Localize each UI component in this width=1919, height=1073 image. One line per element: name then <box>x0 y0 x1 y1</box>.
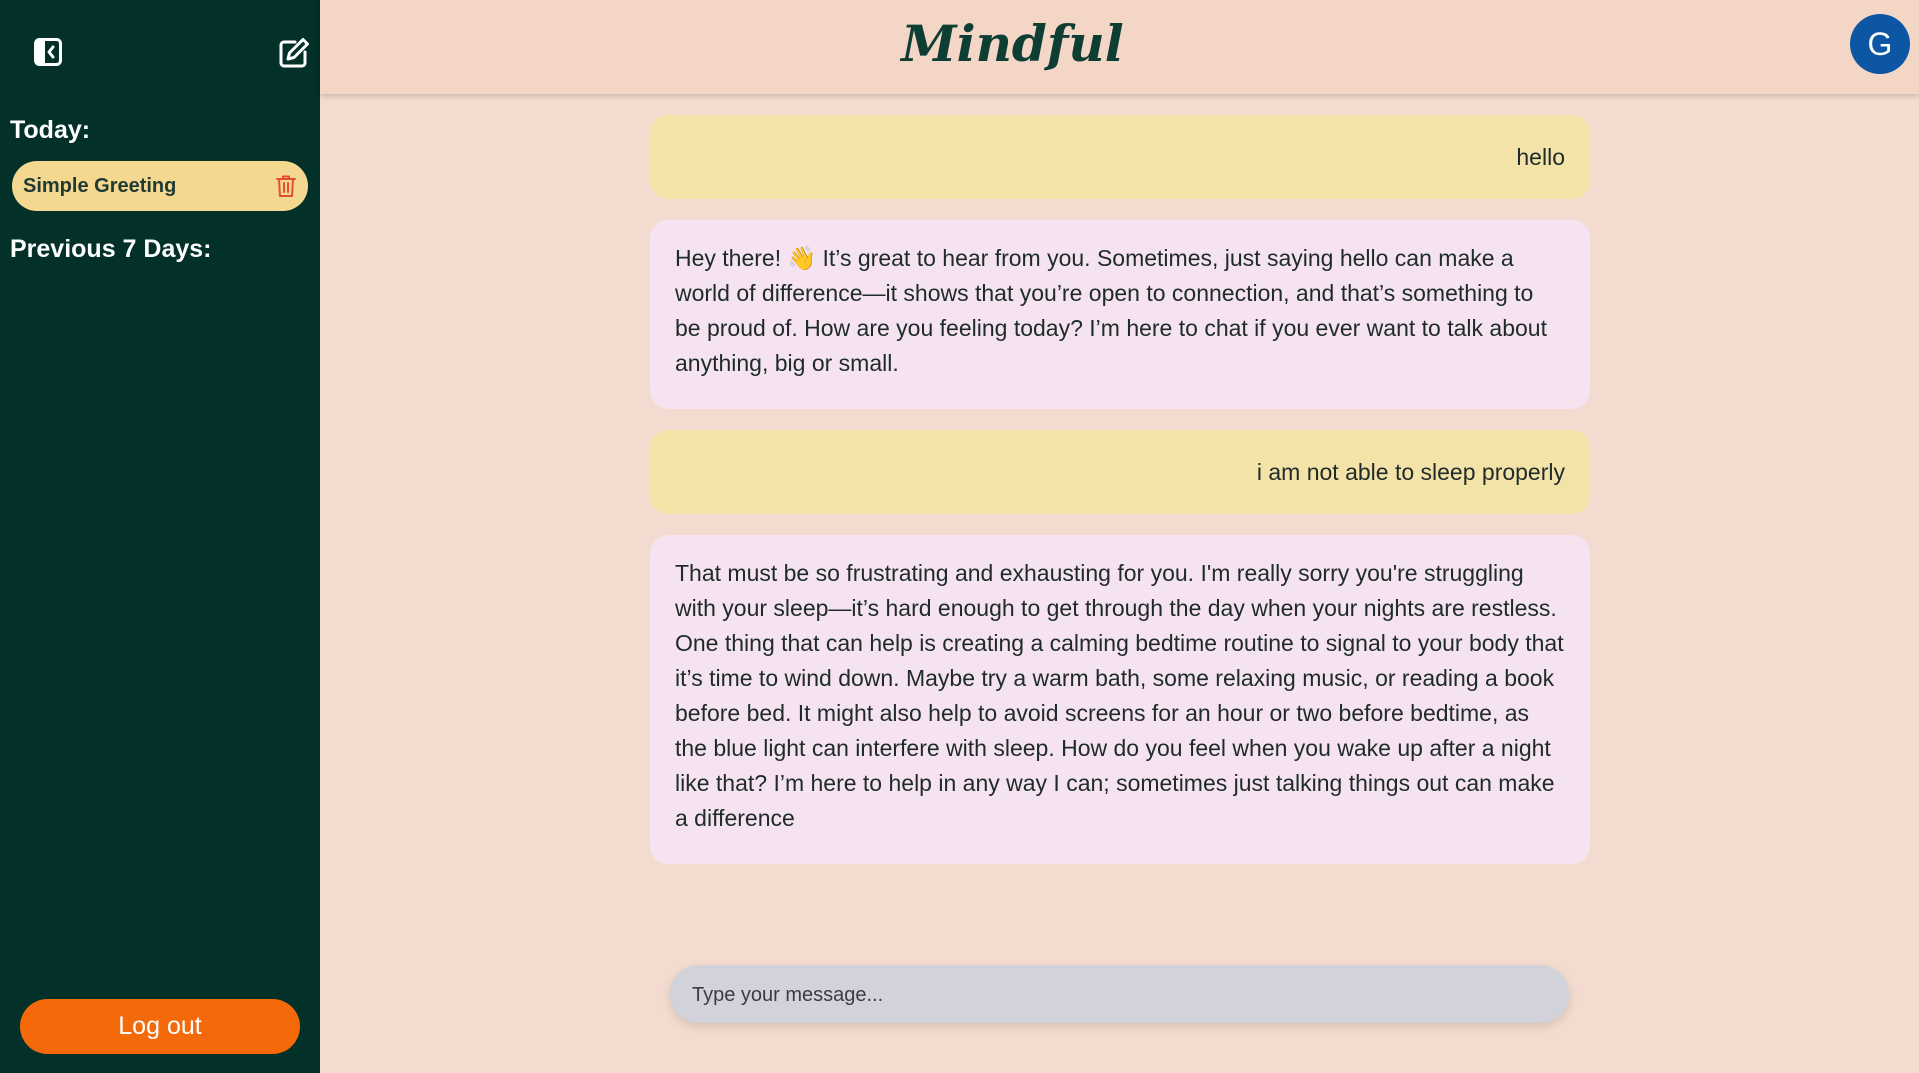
app-logo: Mindful <box>901 14 1124 73</box>
chat-item-label: Simple Greeting <box>23 174 177 197</box>
previous-7-days-label: Previous 7 Days: <box>10 235 212 263</box>
assistant-message: That must be so frustrating and exhausti… <box>650 535 1590 864</box>
sidebar-collapse-icon[interactable] <box>34 38 62 66</box>
message-text: Hey there! 👋 It’s great to hear from you… <box>675 245 1547 376</box>
message-input[interactable] <box>690 965 1553 1025</box>
message-text: That must be so frustrating and exhausti… <box>675 560 1564 831</box>
today-label: Today: <box>10 116 91 144</box>
assistant-message: Hey there! 👋 It’s great to hear from you… <box>650 220 1590 409</box>
sidebar-chat-item[interactable]: Simple Greeting <box>12 161 308 211</box>
message-text: i am not able to sleep properly <box>1256 458 1565 485</box>
chat-main: Mindful G hello Hey there! 👋 It’s great … <box>320 0 1919 1073</box>
edit-icon[interactable] <box>278 37 310 69</box>
trash-icon[interactable] <box>275 174 297 198</box>
header: Mindful G <box>320 0 1919 94</box>
user-message: i am not able to sleep properly <box>650 430 1590 514</box>
message-text: hello <box>1516 143 1565 170</box>
user-message: hello <box>650 115 1590 199</box>
logout-button[interactable]: Log out <box>20 999 300 1054</box>
message-composer <box>670 965 1569 1025</box>
avatar[interactable]: G <box>1850 14 1910 74</box>
sidebar: Today: Simple Greeting Previous 7 Days: … <box>0 0 320 1073</box>
